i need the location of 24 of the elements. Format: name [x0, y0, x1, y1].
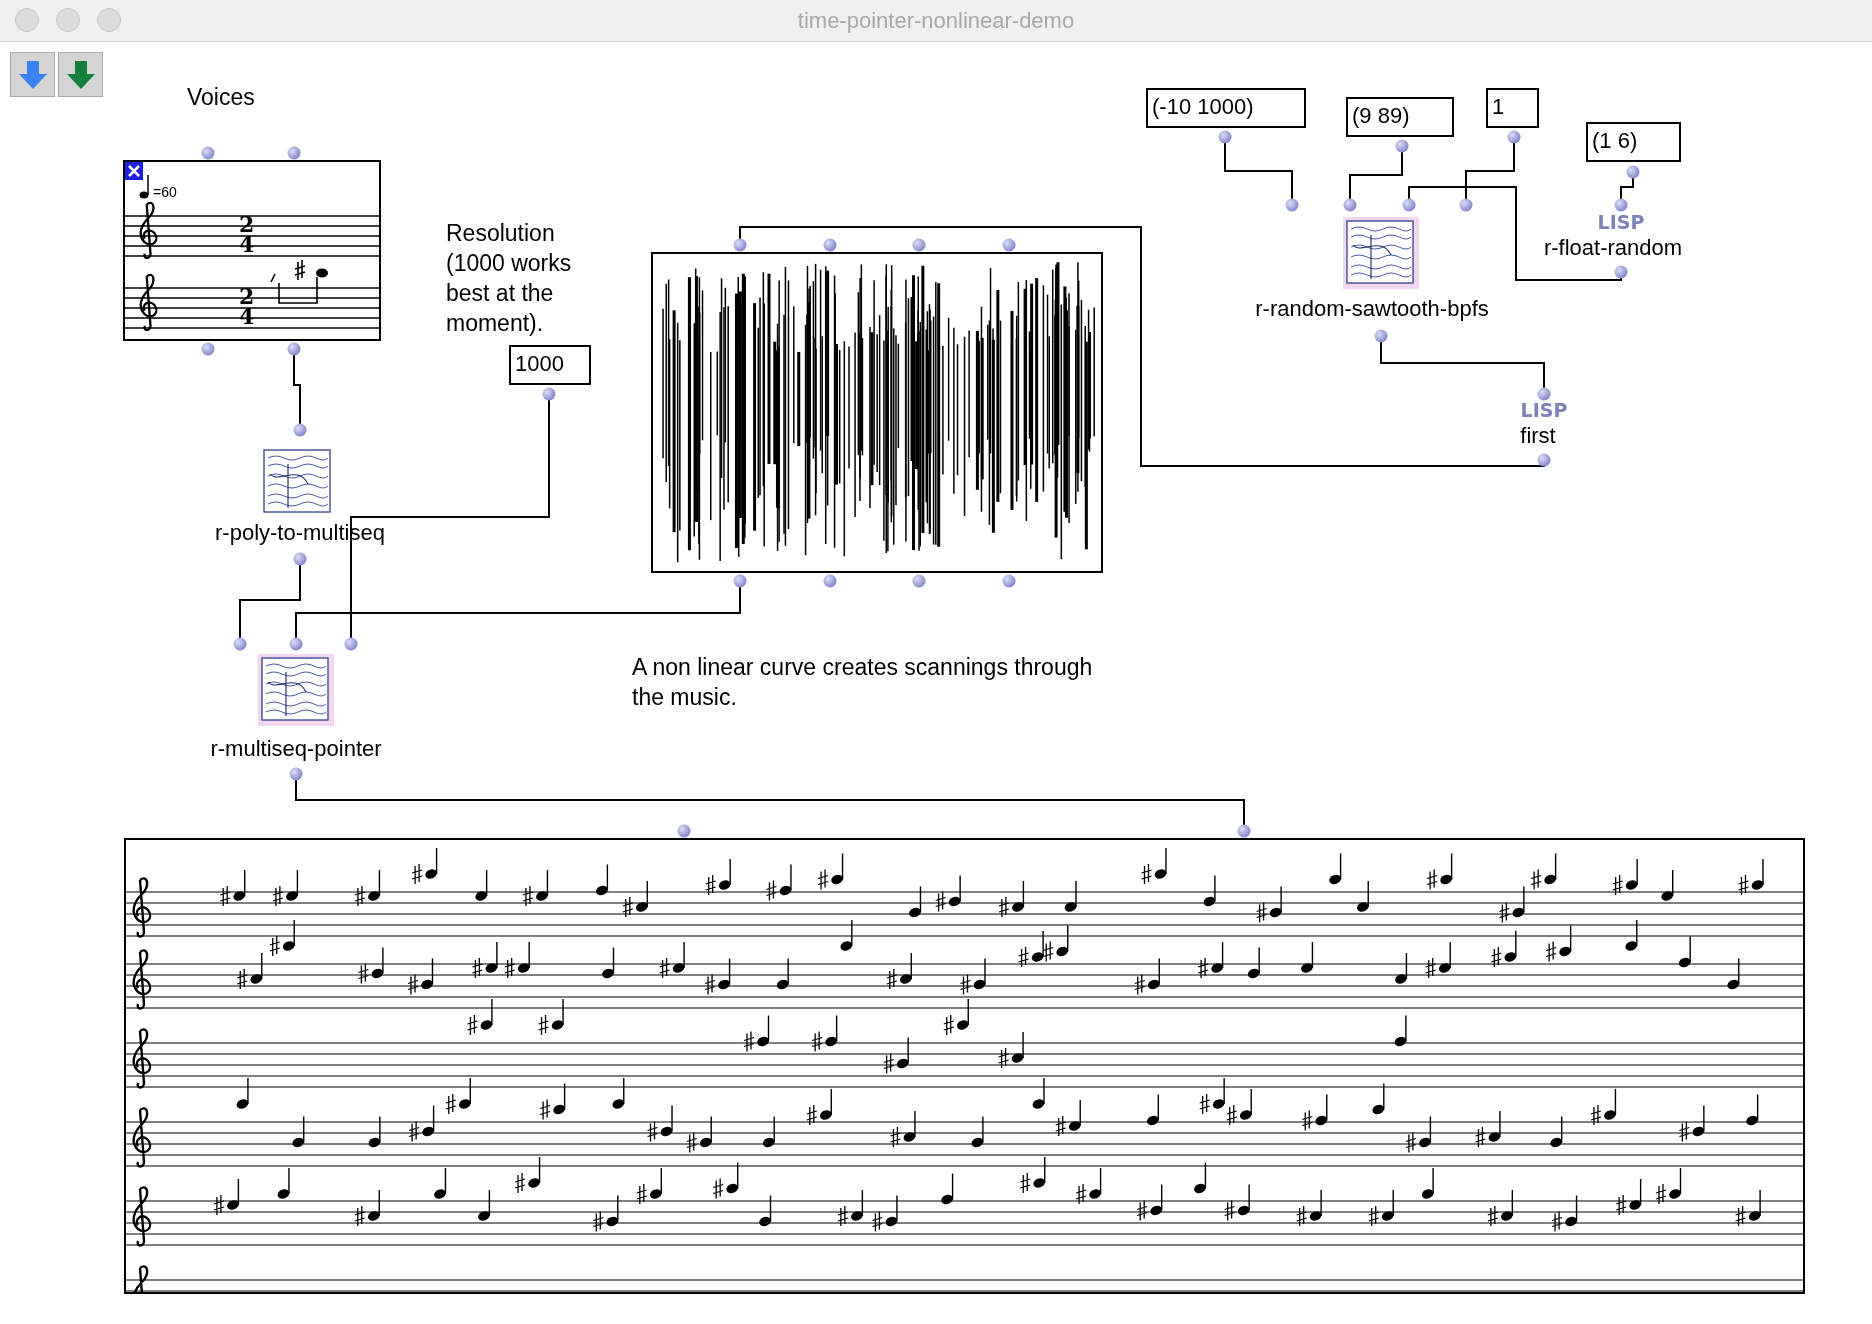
lisp-label: LISP	[1520, 399, 1568, 421]
comment-text: A non linear curve creates scannings through the music.	[632, 653, 1094, 712]
tempo-text: =60	[153, 183, 177, 202]
window-title: time-pointer-nonlinear-demo	[797, 7, 1075, 35]
quarter-note-icon	[139, 174, 151, 200]
sketch-icon	[256, 652, 336, 728]
lisp-label: LISP	[1597, 211, 1645, 233]
value-box[interactable]: 1	[1486, 88, 1539, 128]
arrow-button[interactable]	[58, 52, 103, 97]
arrow-button[interactable]	[10, 52, 55, 97]
value-box[interactable]: (-10 1000)	[1146, 88, 1306, 128]
comment-text: Resolution (1000 works best at the moment).	[446, 219, 573, 338]
function-label: r-random-sawtooth-bpfs	[1255, 297, 1489, 321]
function-label: r-float-random	[1543, 236, 1683, 260]
value-box[interactable]: 1000	[509, 345, 591, 385]
sketch-icon	[1341, 215, 1421, 291]
value-box[interactable]: (9 89)	[1346, 97, 1454, 137]
down-arrow-icon	[17, 58, 48, 91]
down-arrow-icon	[65, 58, 96, 91]
comment-text: Voices	[187, 83, 255, 112]
cross-icon[interactable]	[125, 162, 143, 180]
function-label: r-multiseq-pointer	[210, 737, 382, 761]
function-label: first	[1520, 424, 1556, 448]
value-box[interactable]: (1 6)	[1586, 122, 1681, 162]
